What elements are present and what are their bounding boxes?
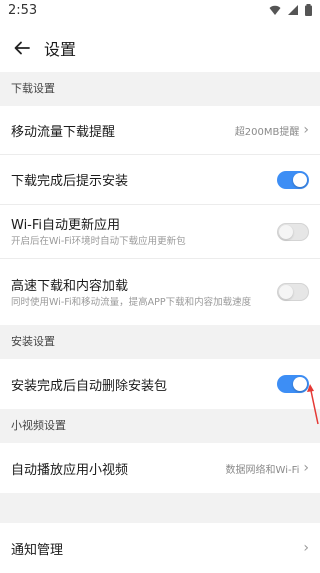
- toggle-knob: [279, 285, 293, 299]
- row-value: 超200MB提醒: [234, 126, 300, 138]
- prompt-install-row: 下载完成后提示安装: [0, 155, 320, 205]
- chevron-right-icon: ›: [303, 460, 309, 476]
- download-settings-group: 移动流量下载提醒 超200MB提醒 › 下载完成后提示安装 Wi-Fi自动更新应…: [0, 106, 320, 325]
- prompt-install-toggle[interactable]: [277, 170, 309, 189]
- status-bar: 2:53: [0, 0, 320, 24]
- row-label: 通知管理: [11, 542, 64, 558]
- chevron-right-icon: ›: [303, 540, 309, 556]
- toggle-knob: [279, 224, 293, 239]
- wifi-auto-update-toggle[interactable]: [277, 222, 309, 241]
- install-settings-group: 安装完成后自动删除安装包: [0, 359, 320, 409]
- annotation-arrow-icon: [307, 384, 319, 425]
- notification-management-row[interactable]: 通知管理 ›: [0, 523, 320, 573]
- status-time: 2:53: [8, 3, 38, 18]
- notification-group: 通知管理 ›: [0, 523, 320, 573]
- page-title: 设置: [44, 40, 77, 59]
- back-button[interactable]: [10, 36, 34, 60]
- section-spacer: [0, 493, 320, 523]
- high-speed-download-toggle[interactable]: [277, 283, 309, 301]
- toggle-knob: [293, 172, 307, 187]
- video-settings-group: 自动播放应用小视频 数据网络和Wi-Fi ›: [0, 443, 320, 493]
- auto-delete-package-toggle[interactable]: [277, 375, 309, 393]
- section-header-download: 下载设置: [0, 72, 320, 106]
- app-bar: 设置: [0, 24, 320, 72]
- wifi-auto-update-row: Wi-Fi自动更新应用 开启后在Wi-Fi环境时自动下载应用更新包: [0, 205, 320, 259]
- autoplay-video-row[interactable]: 自动播放应用小视频 数据网络和Wi-Fi ›: [0, 443, 320, 493]
- chevron-right-icon: ›: [303, 122, 309, 138]
- row-subtitle: 开启后在Wi-Fi环境时自动下载应用更新包: [11, 236, 186, 247]
- row-subtitle: 同时使用Wi-Fi和移动流量，提高APP下载和内容加载速度: [11, 296, 252, 308]
- toggle-knob: [293, 377, 307, 391]
- row-label: 自动播放应用小视频: [11, 462, 129, 478]
- signal-icon: [288, 5, 298, 15]
- row-label: 高速下载和内容加载: [11, 278, 129, 294]
- arrow-left-icon: [14, 41, 30, 55]
- row-label: 下载完成后提示安装: [11, 174, 129, 189]
- section-header-video: 小视频设置: [0, 409, 320, 443]
- high-speed-download-row: 高速下载和内容加载 同时使用Wi-Fi和移动流量，提高APP下载和内容加载速度: [0, 259, 320, 325]
- status-icons: [269, 4, 312, 16]
- section-header-install: 安装设置: [0, 325, 320, 359]
- row-label: 安装完成后自动删除安装包: [11, 378, 168, 394]
- battery-icon: [305, 4, 312, 16]
- auto-delete-package-row: 安装完成后自动删除安装包: [0, 359, 320, 409]
- mobile-data-reminder-row[interactable]: 移动流量下载提醒 超200MB提醒 ›: [0, 106, 320, 155]
- row-label: Wi-Fi自动更新应用: [11, 218, 121, 233]
- row-value: 数据网络和Wi-Fi: [225, 464, 300, 476]
- wifi-icon: [269, 5, 281, 15]
- row-label: 移动流量下载提醒: [11, 124, 116, 140]
